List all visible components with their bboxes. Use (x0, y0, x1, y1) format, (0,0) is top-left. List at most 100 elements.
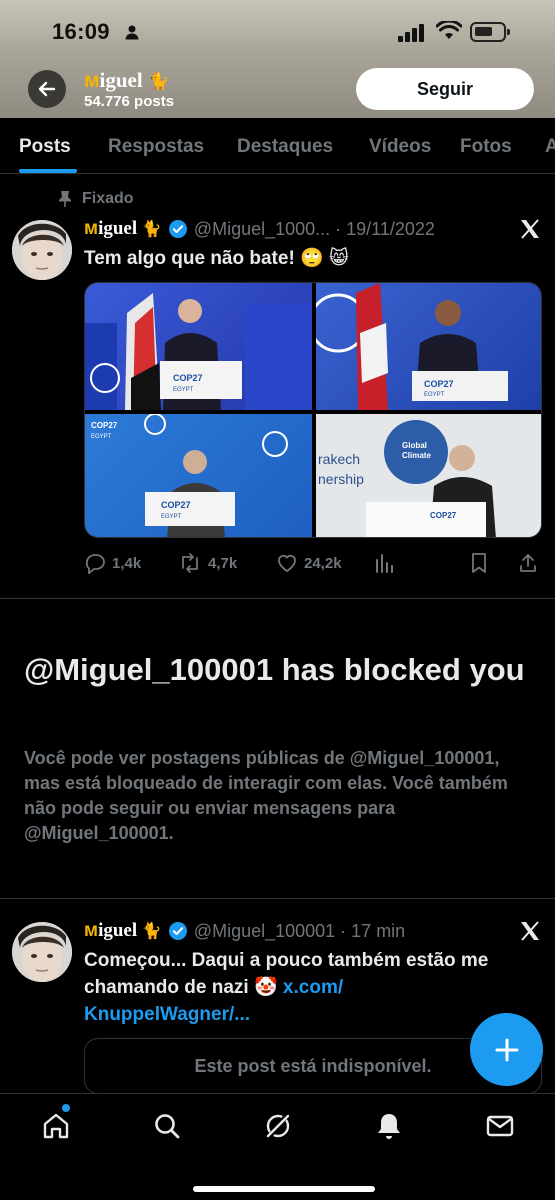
blocked-description: Você pode ver postagens públicas de @Mig… (24, 748, 508, 843)
svg-text:COP27: COP27 (424, 379, 454, 389)
post-header: ᴍiguel 🐈 @Miguel_1000... · 19/11/2022 (84, 218, 435, 240)
svg-text:EGYPT: EGYPT (424, 392, 445, 398)
tab-fotos[interactable]: Fotos (460, 136, 512, 158)
home-icon[interactable] (40, 1110, 72, 1142)
divider (0, 898, 555, 899)
divider (0, 598, 555, 599)
photo-2-icon: COP27 EGYPT (316, 283, 508, 410)
media-image-2[interactable]: COP27 EGYPT (316, 283, 541, 410)
media-image-1[interactable]: COP27 EGYPT (85, 283, 312, 410)
handle-date[interactable]: @Miguel_100001 · 17 min (194, 921, 405, 942)
reply-icon (85, 554, 105, 574)
reply-button[interactable]: 1,4k (84, 552, 141, 574)
reply-count: 1,4k (112, 554, 142, 572)
svg-text:COP27: COP27 (173, 373, 203, 383)
post-text: Tem algo que não bate! 🙄 😸 (84, 248, 349, 269)
post-actions: 1,4k 4,7k 24,2k (84, 552, 542, 576)
post-count: 54.776 posts (84, 93, 175, 110)
profile-name: ᴍiguel 🐈 (84, 68, 169, 93)
repost-icon (182, 553, 198, 573)
back-button[interactable] (28, 70, 66, 108)
status-time: 16:09 (52, 19, 110, 44)
author-emoji: 🐈 (141, 221, 162, 238)
svg-text:COP27: COP27 (91, 421, 118, 430)
author-name[interactable]: ᴍiguel 🐈 (84, 920, 162, 942)
svg-text:rakech: rakech (318, 451, 360, 467)
svg-text:Global: Global (402, 441, 427, 450)
name-emoji: 🐈 (147, 72, 170, 91)
avatar[interactable] (12, 922, 72, 982)
photo-4-icon: Global Climate rakech nership COP27 (316, 414, 541, 537)
svg-text:COP27: COP27 (161, 500, 191, 510)
author-name[interactable]: ᴍiguel 🐈 (84, 218, 162, 240)
author-initial: ᴍ (84, 218, 99, 239)
repost-button[interactable]: 4,7k (178, 552, 237, 574)
post-text-line-2: chamando de nazi 🤡 x.com/ (84, 975, 343, 1000)
grok-icon[interactable] (262, 1110, 294, 1142)
plus-icon (495, 1038, 518, 1061)
verified-badge-icon (168, 220, 187, 238)
pinned-text: Fixado (82, 190, 134, 207)
tab-posts[interactable]: Posts (19, 136, 71, 158)
cellular-signal-icon (398, 24, 424, 42)
svg-text:Climate: Climate (402, 451, 431, 460)
svg-text:EGYPT: EGYPT (173, 387, 194, 393)
photo-1-icon: COP27 EGYPT (85, 293, 312, 410)
repost-count: 4,7k (208, 554, 238, 572)
post-link[interactable]: x.com/ (283, 977, 343, 998)
tab-destaques[interactable]: Destaques (237, 136, 333, 158)
like-button[interactable]: 24,2k (276, 552, 342, 574)
author-rest: iguel (98, 218, 138, 239)
bell-icon[interactable] (373, 1110, 405, 1142)
battery-icon (470, 22, 510, 42)
name-rest: iguel (99, 68, 143, 92)
media-image-4[interactable]: Global Climate rakech nership COP27 (316, 414, 541, 537)
post-link-continued[interactable]: KnuppelWagner/... (84, 1004, 250, 1025)
verified-badge-icon (168, 922, 187, 940)
analytics-icon (376, 554, 393, 573)
svg-text:EGYPT: EGYPT (161, 514, 182, 520)
home-indicator (193, 1186, 375, 1192)
views-button[interactable] (374, 552, 394, 574)
like-count: 24,2k (304, 554, 342, 572)
compose-button[interactable] (470, 1013, 543, 1086)
tab-overflow[interactable]: A (545, 136, 555, 158)
post-text-line-1: Começou... Daqui a pouco também estão me (84, 950, 489, 971)
search-icon[interactable] (151, 1110, 183, 1142)
pinned-label: Fixado (58, 190, 134, 208)
follow-button[interactable]: Seguir (356, 68, 534, 110)
photo-3-icon: COP27 EGYPT COP27 EGYPT (91, 414, 288, 537)
status-bar: 16:09 (0, 0, 555, 64)
heart-icon (278, 554, 296, 573)
svg-text:EGYPT: EGYPT (91, 434, 112, 440)
post-text-line-3: KnuppelWagner/... (84, 1002, 250, 1027)
active-tab-indicator (19, 169, 77, 173)
media-grid[interactable]: COP27 EGYPT COP27 EGYPT COP27 EGYPT COP2… (84, 282, 542, 538)
avatar-face-icon (12, 220, 72, 280)
tab-respostas[interactable]: Respostas (108, 136, 204, 158)
name-initial: ᴍ (84, 69, 100, 92)
mail-icon[interactable] (484, 1110, 516, 1142)
svg-text:COP27: COP27 (430, 511, 457, 520)
author-rest: iguel (98, 920, 138, 941)
bookmark-icon (472, 553, 486, 573)
home-notification-dot (62, 1104, 70, 1112)
pin-icon (59, 191, 71, 207)
profile-header: 16:09 ᴍiguel 🐈 54.776 posts Seguir (0, 0, 555, 118)
x-logo-icon[interactable] (519, 218, 541, 240)
wifi-icon (436, 21, 462, 39)
post-header: ᴍiguel 🐈 @Miguel_100001 · 17 min (84, 920, 405, 942)
author-emoji: 🐈 (141, 923, 162, 940)
tab-videos[interactable]: Vídeos (369, 136, 431, 158)
profile-tabs: Posts Respostas Destaques Vídeos Fotos A (0, 118, 555, 174)
svg-text:nership: nership (318, 471, 364, 487)
share-icon (520, 554, 536, 572)
share-button[interactable] (518, 552, 538, 574)
bottom-nav (0, 1093, 555, 1200)
bookmark-button[interactable] (470, 552, 488, 574)
x-logo-icon[interactable] (519, 920, 541, 942)
avatar[interactable] (12, 220, 72, 280)
handle-date[interactable]: @Miguel_1000... · 19/11/2022 (194, 219, 435, 240)
media-image-3[interactable]: COP27 EGYPT COP27 EGYPT (85, 414, 312, 537)
author-initial: ᴍ (84, 920, 99, 941)
